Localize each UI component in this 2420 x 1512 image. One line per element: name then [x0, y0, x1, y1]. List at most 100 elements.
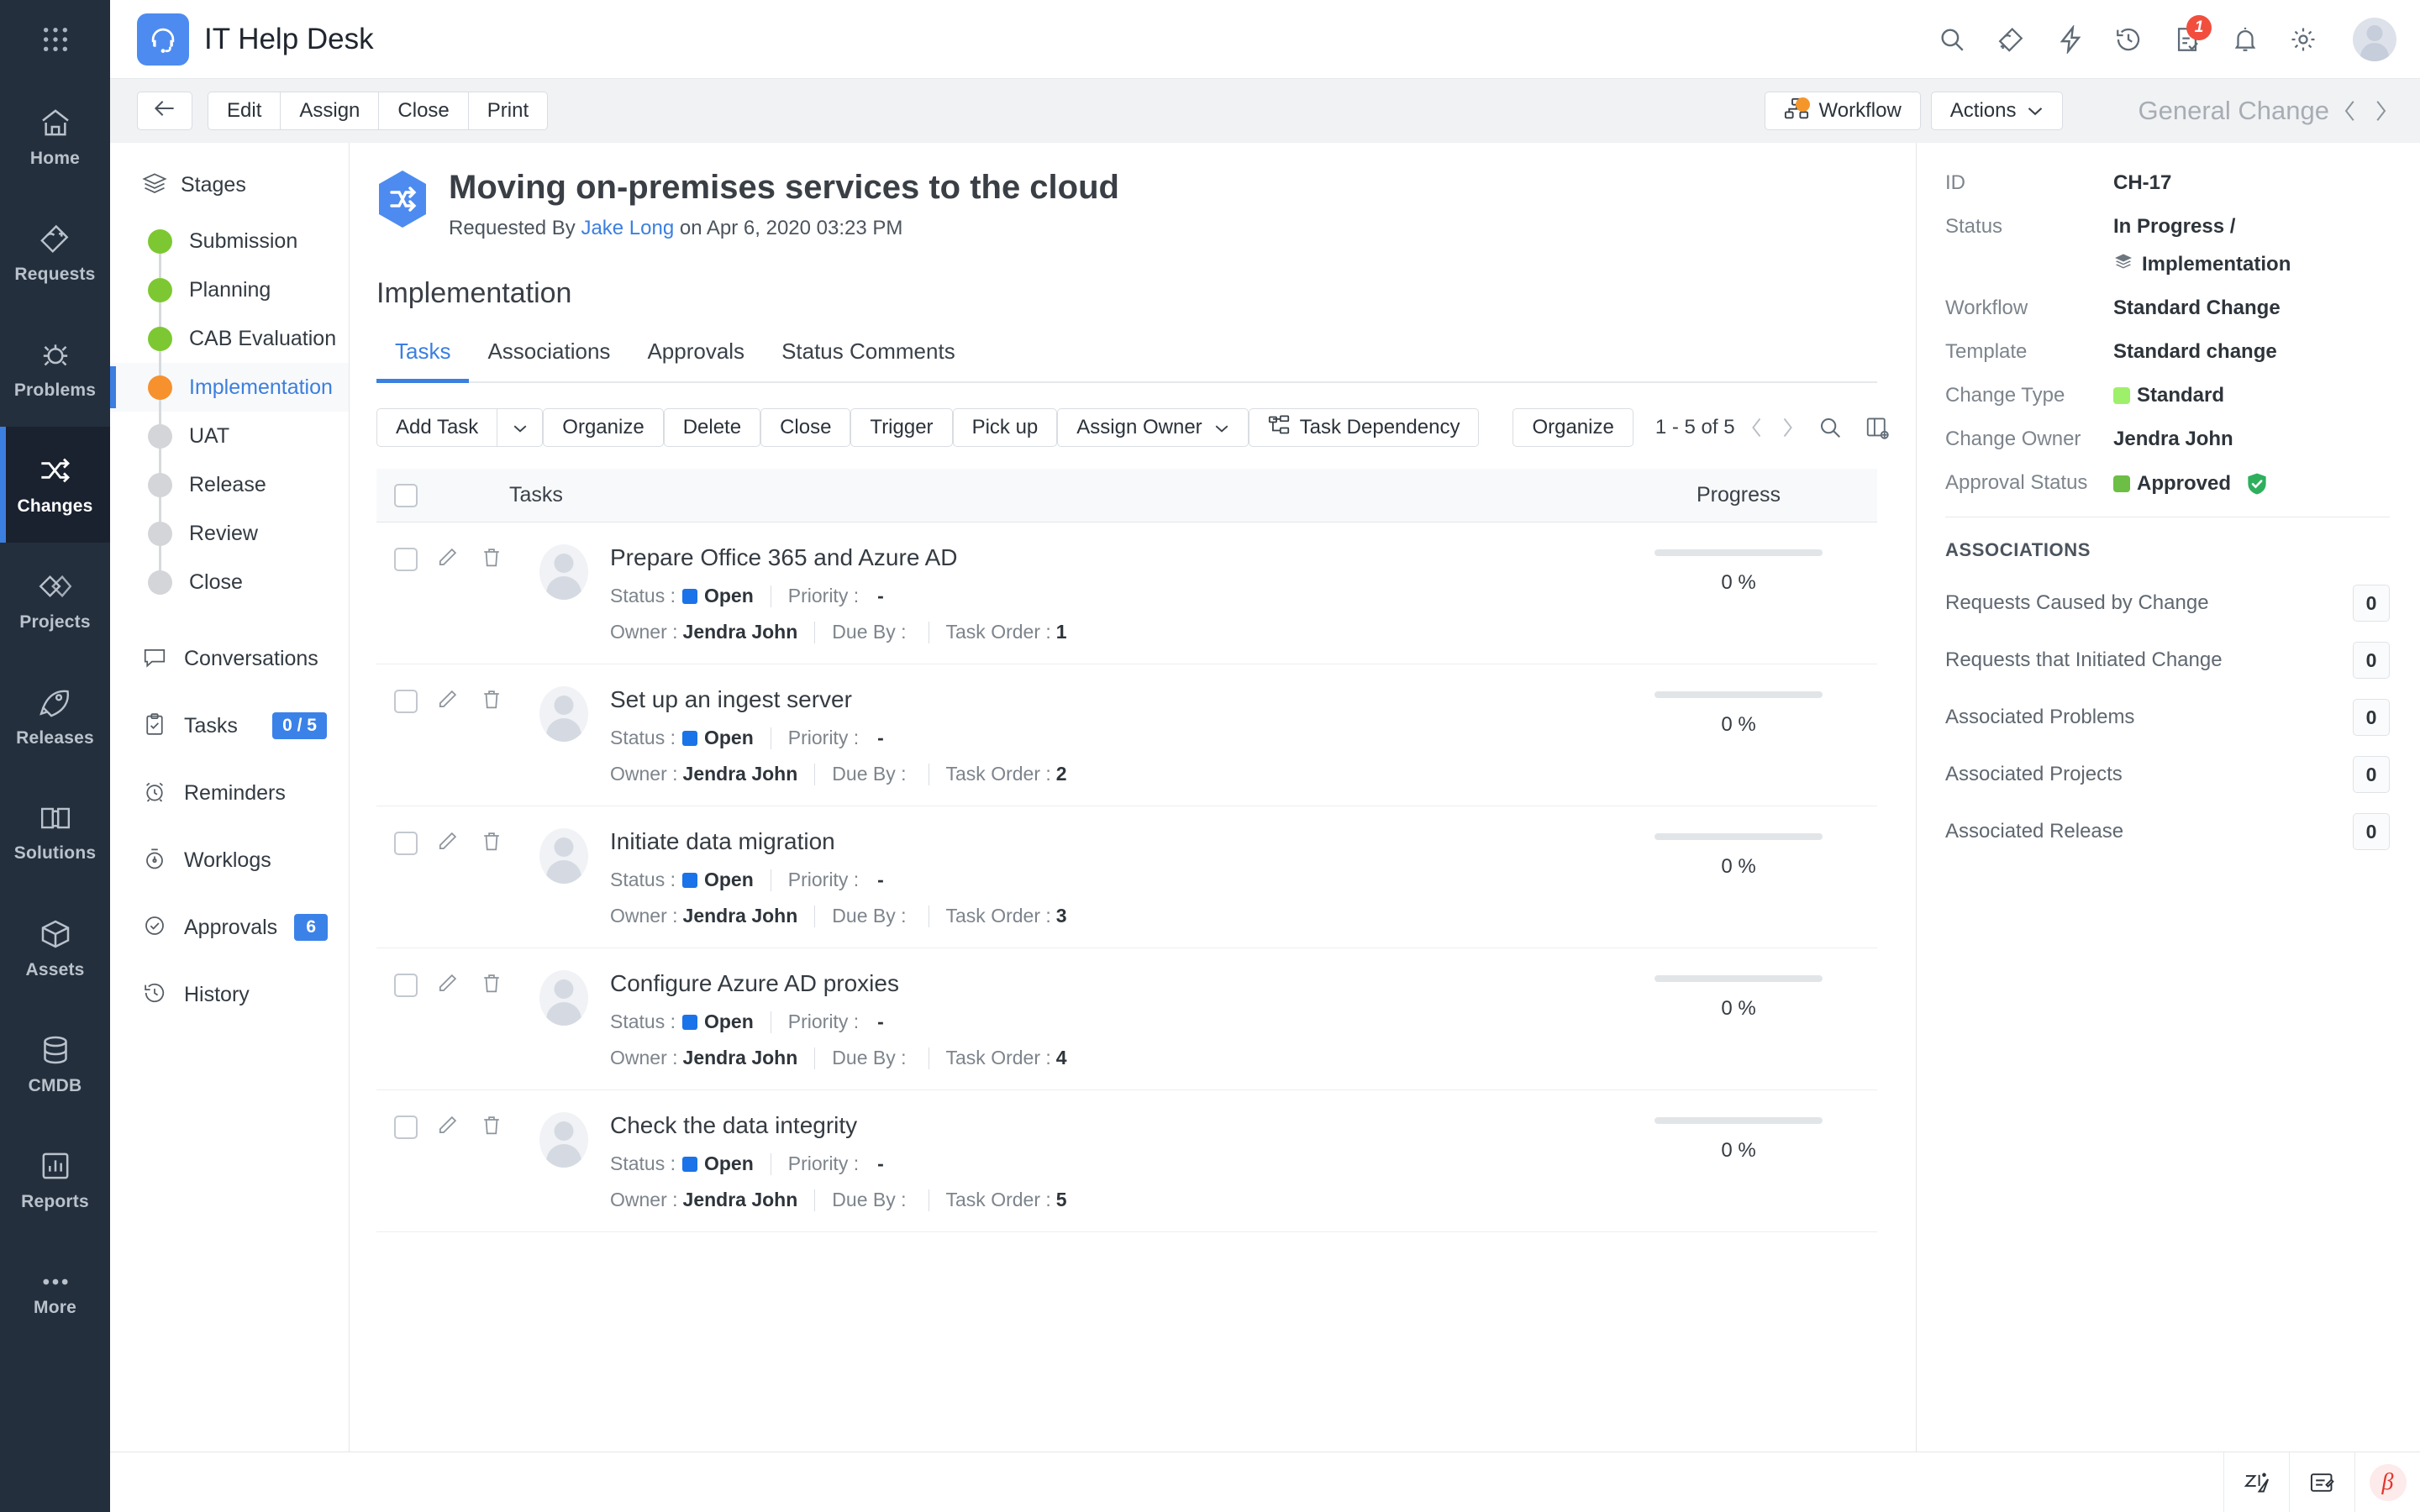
- property-id: ID CH-17: [1945, 171, 2390, 195]
- workflow-button[interactable]: Workflow: [1764, 92, 1921, 130]
- delete-icon[interactable]: [481, 546, 502, 570]
- task-name[interactable]: Set up an ingest server: [610, 686, 1600, 713]
- apps-grid-icon[interactable]: [0, 0, 110, 79]
- association-row-release[interactable]: Associated Release 0: [1945, 813, 2390, 850]
- row-checkbox[interactable]: [394, 974, 418, 997]
- sidebar-item-more[interactable]: More: [0, 1238, 110, 1354]
- collapse-panel-handle[interactable]: [1916, 504, 1917, 559]
- task-name[interactable]: Initiate data migration: [610, 828, 1600, 855]
- search-icon[interactable]: [1938, 25, 1966, 54]
- association-row-problems[interactable]: Associated Problems 0: [1945, 699, 2390, 736]
- stage-item-submission[interactable]: Submission: [110, 217, 349, 265]
- edit-icon[interactable]: [435, 1114, 459, 1137]
- association-row-requests-initiated[interactable]: Requests that Initiated Change 0: [1945, 642, 2390, 679]
- detail-item-reminders[interactable]: Reminders: [110, 759, 349, 827]
- avatar[interactable]: [2353, 17, 2396, 61]
- tab-associations[interactable]: Associations: [469, 339, 629, 381]
- select-all-checkbox[interactable]: [394, 483, 418, 507]
- zia-assistant-icon[interactable]: [2223, 1452, 2289, 1512]
- edit-button[interactable]: Edit: [208, 92, 281, 130]
- stage-item-uat[interactable]: UAT: [110, 412, 349, 460]
- prev-page-icon[interactable]: [1749, 416, 1765, 439]
- row-checkbox[interactable]: [394, 1116, 418, 1139]
- stage-item-planning[interactable]: Planning: [110, 265, 349, 314]
- table-row[interactable]: Configure Azure AD proxies Status : Open…: [376, 948, 1877, 1090]
- notes-edit-icon[interactable]: [2289, 1452, 2354, 1512]
- settings-gear-icon[interactable]: [2289, 25, 2317, 54]
- sidebar-item-solutions[interactable]: Solutions: [0, 774, 110, 890]
- approvals-icon[interactable]: 1: [2173, 14, 2212, 54]
- sidebar-item-changes[interactable]: Changes: [0, 427, 110, 543]
- detail-item-worklogs[interactable]: Worklogs: [110, 827, 349, 894]
- detail-item-conversations[interactable]: Conversations: [110, 625, 349, 692]
- sidebar-item-problems[interactable]: Problems: [0, 311, 110, 427]
- sidebar-item-reports[interactable]: Reports: [0, 1122, 110, 1238]
- detail-module-list: Conversations Tasks 0 / 5 Reminders Work…: [110, 625, 349, 1028]
- stage-item-cab-evaluation[interactable]: CAB Evaluation: [110, 314, 349, 363]
- brand[interactable]: IT Help Desk: [137, 13, 374, 66]
- table-row[interactable]: Prepare Office 365 and Azure AD Status :…: [376, 522, 1877, 664]
- actions-button[interactable]: Actions: [1930, 92, 2063, 130]
- row-checkbox[interactable]: [394, 832, 418, 855]
- trigger-button[interactable]: Trigger: [850, 408, 953, 447]
- edit-icon[interactable]: [435, 546, 459, 570]
- detail-item-approvals[interactable]: Approvals 6: [110, 894, 349, 961]
- tab-approvals[interactable]: Approvals: [629, 339, 763, 381]
- table-row[interactable]: Check the data integrity Status : Open P…: [376, 1090, 1877, 1232]
- close-task-button[interactable]: Close: [760, 408, 851, 447]
- task-name[interactable]: Configure Azure AD proxies: [610, 970, 1600, 997]
- sidebar-item-releases[interactable]: Releases: [0, 659, 110, 774]
- edit-icon[interactable]: [435, 688, 459, 711]
- search-icon[interactable]: [1818, 415, 1843, 440]
- stage-item-review[interactable]: Review: [110, 509, 349, 558]
- task-name[interactable]: Prepare Office 365 and Azure AD: [610, 544, 1600, 571]
- sidebar-item-assets[interactable]: Assets: [0, 890, 110, 1006]
- delete-icon[interactable]: [481, 688, 502, 711]
- row-checkbox[interactable]: [394, 548, 418, 571]
- back-button[interactable]: [137, 92, 192, 130]
- edit-icon[interactable]: [435, 830, 459, 853]
- add-task-dropdown-button[interactable]: [497, 408, 544, 447]
- edit-icon[interactable]: [435, 972, 459, 995]
- stage-item-implementation[interactable]: Implementation: [110, 363, 349, 412]
- tab-status-comments[interactable]: Status Comments: [763, 339, 974, 381]
- organize-columns-button[interactable]: Organize: [1512, 408, 1634, 447]
- stage-item-close[interactable]: Close: [110, 558, 349, 606]
- delete-icon[interactable]: [481, 972, 502, 995]
- pick-up-button[interactable]: Pick up: [952, 408, 1058, 447]
- quick-actions-icon[interactable]: [2057, 24, 2084, 54]
- association-row-projects[interactable]: Associated Projects 0: [1945, 756, 2390, 793]
- add-ticket-icon[interactable]: [1996, 25, 2027, 54]
- stage-item-release[interactable]: Release: [110, 460, 349, 509]
- close-button[interactable]: Close: [379, 92, 469, 130]
- association-row-requests-caused[interactable]: Requests Caused by Change 0: [1945, 585, 2390, 622]
- sidebar-item-requests[interactable]: Requests: [0, 195, 110, 311]
- delete-icon[interactable]: [481, 1114, 502, 1137]
- delete-icon[interactable]: [481, 830, 502, 853]
- beta-icon[interactable]: β: [2354, 1452, 2420, 1512]
- table-row[interactable]: Initiate data migration Status : Open Pr…: [376, 806, 1877, 948]
- detail-item-tasks[interactable]: Tasks 0 / 5: [110, 692, 349, 759]
- tab-tasks[interactable]: Tasks: [376, 339, 470, 383]
- notifications-bell-icon[interactable]: [2232, 25, 2259, 54]
- next-page-icon[interactable]: [1779, 416, 1796, 439]
- detail-item-history[interactable]: History: [110, 961, 349, 1028]
- history-icon[interactable]: [2114, 25, 2143, 54]
- sidebar-item-projects[interactable]: Projects: [0, 543, 110, 659]
- column-settings-icon[interactable]: [1865, 415, 1890, 440]
- print-button[interactable]: Print: [468, 92, 549, 130]
- assign-owner-button[interactable]: Assign Owner: [1057, 408, 1249, 447]
- requester-link[interactable]: Jake Long: [581, 217, 674, 239]
- task-dependency-button[interactable]: Task Dependency: [1248, 408, 1480, 447]
- add-task-button[interactable]: Add Task: [376, 408, 498, 447]
- assign-button[interactable]: Assign: [281, 92, 380, 130]
- delete-button[interactable]: Delete: [663, 408, 761, 447]
- row-checkbox[interactable]: [394, 690, 418, 713]
- prev-record-icon[interactable]: [2341, 98, 2360, 123]
- sidebar-item-cmdb[interactable]: CMDB: [0, 1006, 110, 1122]
- organize-button[interactable]: Organize: [543, 408, 664, 447]
- next-record-icon[interactable]: [2371, 98, 2390, 123]
- sidebar-item-home[interactable]: Home: [0, 79, 110, 195]
- table-row[interactable]: Set up an ingest server Status : Open Pr…: [376, 664, 1877, 806]
- task-name[interactable]: Check the data integrity: [610, 1112, 1600, 1139]
